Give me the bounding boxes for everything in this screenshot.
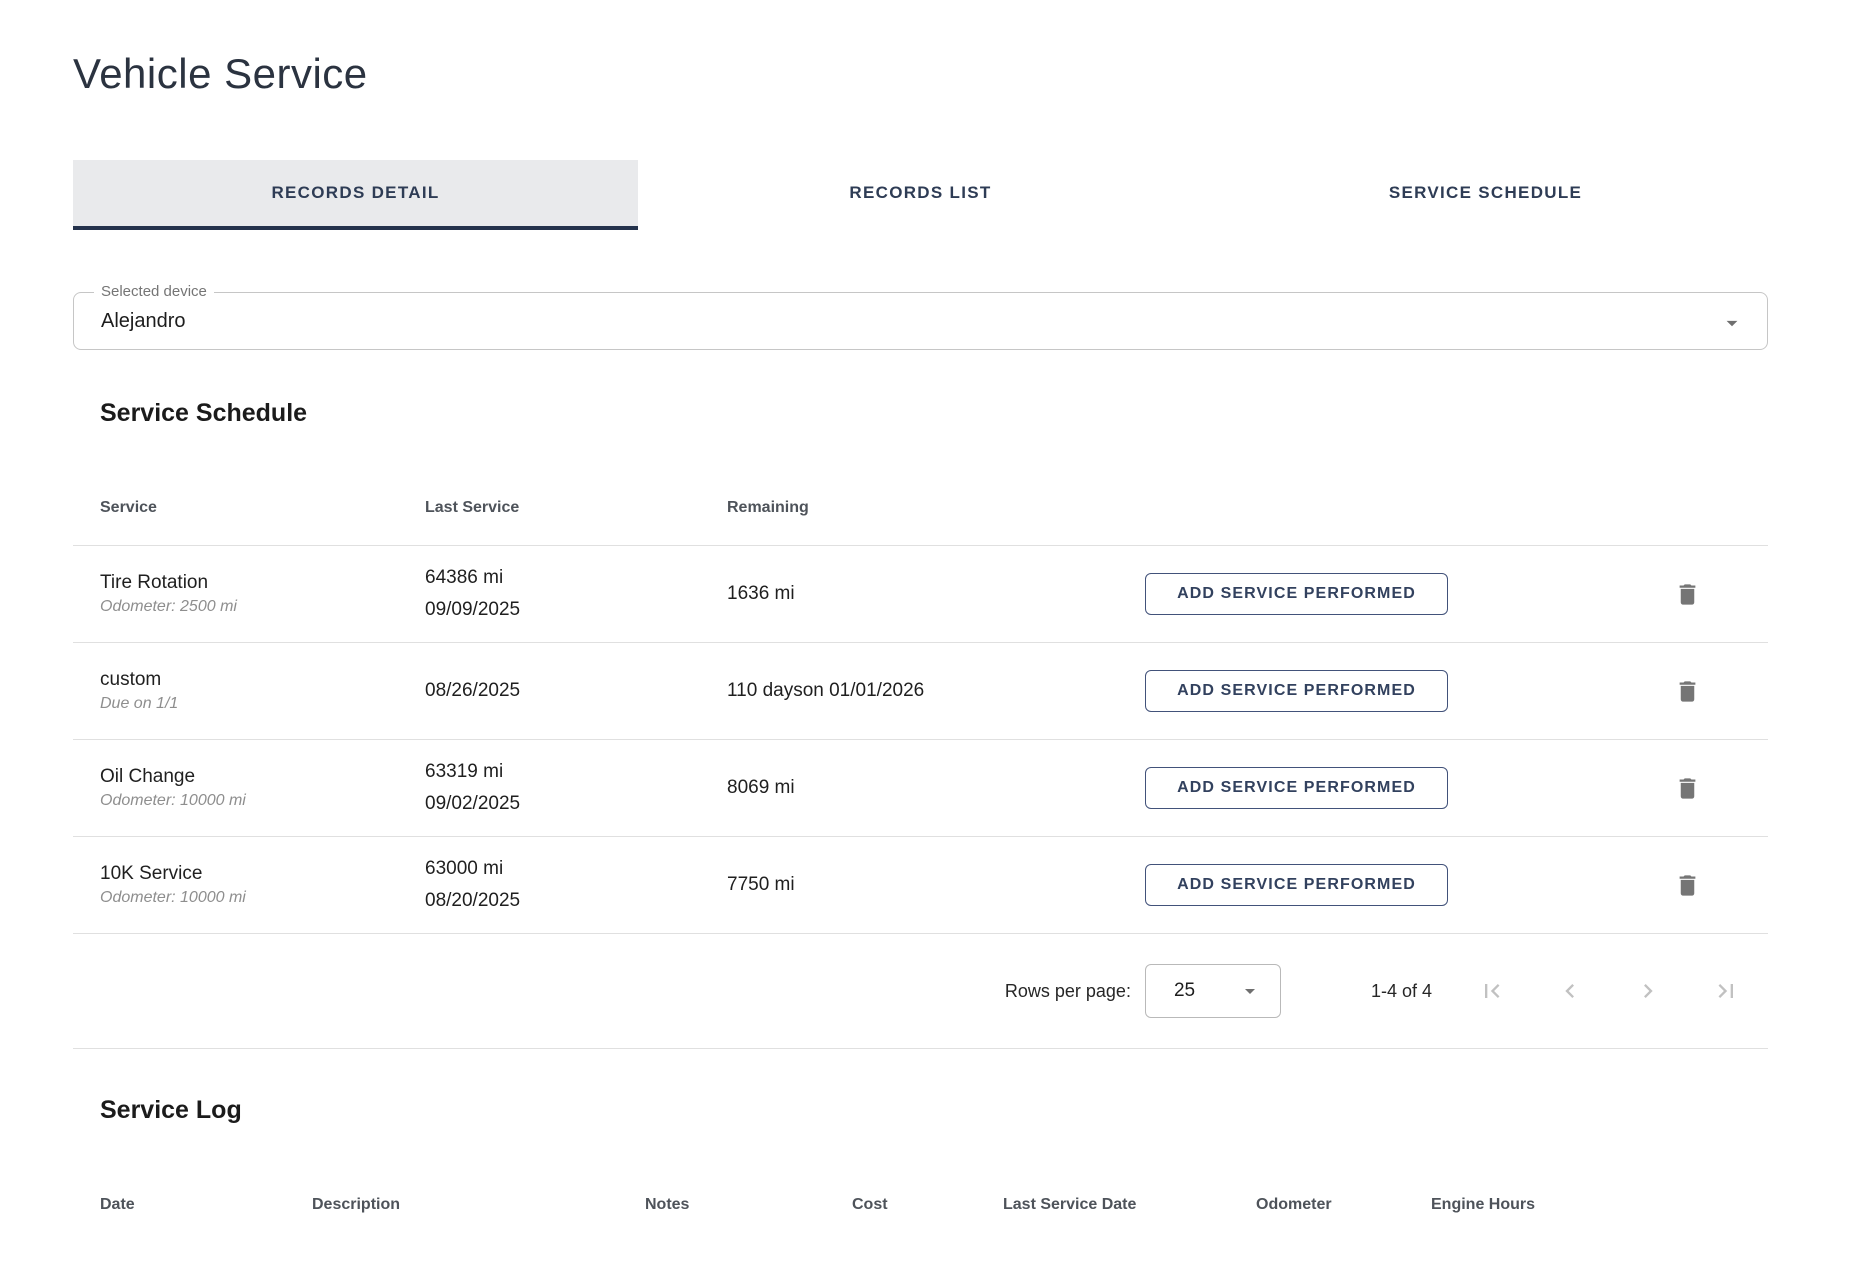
- rows-per-page-select[interactable]: 25: [1145, 964, 1281, 1018]
- rows-per-page-value: 25: [1174, 980, 1195, 1002]
- service-detail: Odometer: 10000 mi: [100, 889, 425, 907]
- service-schedule-row: Oil Change Odometer: 10000 mi 63319 mi 0…: [73, 740, 1768, 837]
- last-service-miles: 63319 mi: [425, 756, 727, 788]
- rows-per-page-label: Rows per page:: [1005, 981, 1131, 1002]
- remaining-cell: 110 dayson 01/01/2026: [727, 680, 1145, 702]
- column-header-engine-hours: Engine Hours: [1431, 1196, 1768, 1214]
- service-detail: Odometer: 2500 mi: [100, 598, 425, 616]
- service-log-header-row: Date Description Notes Cost Last Service…: [73, 1125, 1768, 1285]
- last-service-cell: 08/26/2025: [425, 675, 727, 707]
- chevron-left-icon: [1556, 977, 1584, 1005]
- pagination-bar: Rows per page: 25 1-4 of 4: [73, 934, 1768, 1049]
- trash-icon: [1674, 775, 1701, 802]
- delete-service-button[interactable]: [1672, 870, 1703, 901]
- column-header-last-service: Last Service: [425, 499, 727, 517]
- service-schedule-heading: Service Schedule: [100, 398, 1768, 428]
- delete-service-button[interactable]: [1672, 773, 1703, 804]
- chevron-right-icon: [1634, 977, 1662, 1005]
- service-detail: Due on 1/1: [100, 695, 425, 713]
- service-schedule-header-row: Service Last Service Remaining: [73, 428, 1768, 546]
- last-service-date: 08/20/2025: [425, 885, 727, 917]
- trash-icon: [1674, 678, 1701, 705]
- vehicle-service-page: Vehicle Service RECORDS DETAIL RECORDS L…: [73, 0, 1768, 1285]
- service-name: Tire Rotation: [100, 572, 425, 594]
- column-header-last-service-date: Last Service Date: [1003, 1196, 1256, 1214]
- add-service-performed-button[interactable]: ADD SERVICE PERFORMED: [1145, 573, 1448, 615]
- first-page-icon: [1478, 977, 1506, 1005]
- last-page-icon: [1712, 977, 1740, 1005]
- trash-icon: [1674, 872, 1701, 899]
- column-header-notes: Notes: [645, 1196, 852, 1214]
- selected-device-select[interactable]: Selected device Alejandro: [73, 292, 1768, 350]
- delete-service-button[interactable]: [1672, 579, 1703, 610]
- column-header-odometer: Odometer: [1256, 1196, 1431, 1214]
- tab-records-detail[interactable]: RECORDS DETAIL: [73, 160, 638, 230]
- service-schedule-row: Tire Rotation Odometer: 2500 mi 64386 mi…: [73, 546, 1768, 643]
- delete-service-button[interactable]: [1672, 676, 1703, 707]
- trash-icon: [1674, 581, 1701, 608]
- service-schedule-row: custom Due on 1/1 08/26/2025 110 dayson …: [73, 643, 1768, 740]
- last-service-miles: 63000 mi: [425, 853, 727, 885]
- selected-device-value: Alejandro: [101, 310, 186, 333]
- add-service-performed-button[interactable]: ADD SERVICE PERFORMED: [1145, 670, 1448, 712]
- last-service-date: 08/26/2025: [425, 675, 727, 707]
- service-name: 10K Service: [100, 863, 425, 885]
- service-name: Oil Change: [100, 766, 425, 788]
- previous-page-button[interactable]: [1554, 975, 1586, 1007]
- add-service-performed-button[interactable]: ADD SERVICE PERFORMED: [1145, 864, 1448, 906]
- column-header-description: Description: [312, 1196, 645, 1214]
- tab-service-schedule[interactable]: SERVICE SCHEDULE: [1203, 160, 1768, 230]
- remaining-cell: 7750 mi: [727, 874, 1145, 896]
- tab-bar: RECORDS DETAIL RECORDS LIST SERVICE SCHE…: [73, 160, 1768, 230]
- first-page-button[interactable]: [1476, 975, 1508, 1007]
- page-title: Vehicle Service: [73, 43, 1768, 105]
- column-header-cost: Cost: [852, 1196, 1003, 1214]
- next-page-button[interactable]: [1632, 975, 1664, 1007]
- service-log-heading: Service Log: [100, 1095, 1768, 1125]
- last-service-cell: 63319 mi 09/02/2025: [425, 756, 727, 820]
- service-detail: Odometer: 10000 mi: [100, 792, 425, 810]
- last-service-date: 09/02/2025: [425, 788, 727, 820]
- column-header-service: Service: [73, 499, 425, 517]
- remaining-cell: 1636 mi: [727, 583, 1145, 605]
- last-page-button[interactable]: [1710, 975, 1742, 1007]
- last-service-miles: 64386 mi: [425, 562, 727, 594]
- chevron-down-icon: [1238, 979, 1262, 1003]
- add-service-performed-button[interactable]: ADD SERVICE PERFORMED: [1145, 767, 1448, 809]
- last-service-cell: 64386 mi 09/09/2025: [425, 562, 727, 626]
- remaining-cell: 8069 mi: [727, 777, 1145, 799]
- service-schedule-row: 10K Service Odometer: 10000 mi 63000 mi …: [73, 837, 1768, 934]
- last-service-date: 09/09/2025: [425, 594, 727, 626]
- tab-records-list[interactable]: RECORDS LIST: [638, 160, 1203, 230]
- column-header-date: Date: [73, 1196, 312, 1214]
- last-service-cell: 63000 mi 08/20/2025: [425, 853, 727, 917]
- dropdown-arrow-icon: [1719, 310, 1745, 336]
- column-header-remaining: Remaining: [727, 499, 1145, 517]
- pagination-range: 1-4 of 4: [1371, 981, 1432, 1002]
- selected-device-label: Selected device: [94, 283, 214, 300]
- service-name: custom: [100, 669, 425, 691]
